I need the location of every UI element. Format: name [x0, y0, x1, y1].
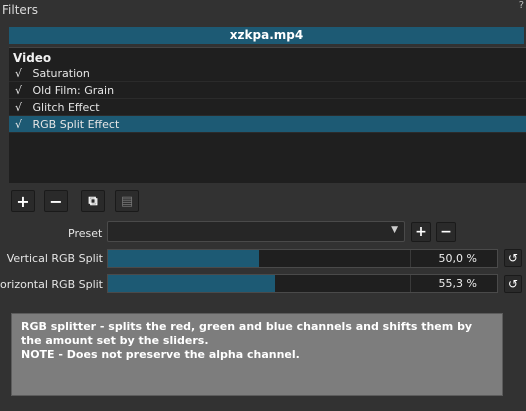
checkmark-icon[interactable]: √ — [15, 82, 29, 99]
filter-item-label: Saturation — [32, 67, 90, 80]
filter-item-label: Glitch Effect — [32, 101, 100, 114]
slider-divider — [410, 275, 411, 292]
copy-icon: ⧉ — [88, 193, 98, 209]
paste-icon: ▤ — [120, 193, 134, 209]
delete-preset-button[interactable]: − — [436, 222, 456, 242]
minus-icon: − — [49, 191, 63, 211]
file-name-banner: xzkpa.mp4 — [9, 27, 524, 44]
undo-icon: ↺ — [507, 251, 519, 265]
description-line-2: NOTE - Does not preserve the alpha chann… — [21, 348, 300, 361]
save-preset-button[interactable]: + — [411, 222, 431, 242]
slider-divider — [410, 250, 411, 267]
filter-item-old-film-grain[interactable]: √ Old Film: Grain — [9, 82, 526, 99]
horizontal-rgb-split-label: Horizontal RGB Split — [0, 278, 103, 291]
filter-item-label: Old Film: Grain — [32, 84, 115, 97]
paste-filters-button[interactable]: ▤ — [115, 190, 139, 212]
reset-horizontal-button[interactable]: ↺ — [504, 275, 522, 293]
preset-select[interactable]: ▼ — [107, 221, 405, 242]
filter-description: RGB splitter - splits the red, green and… — [11, 313, 503, 396]
description-line-1: RGB splitter - splits the red, green and… — [21, 320, 473, 347]
reset-vertical-button[interactable]: ↺ — [504, 249, 522, 267]
filter-item-glitch-effect[interactable]: √ Glitch Effect — [9, 99, 526, 116]
preset-label: Preset — [68, 227, 103, 240]
chevron-down-icon: ▼ — [391, 225, 398, 235]
copy-filters-button[interactable]: ⧉ — [81, 190, 105, 212]
remove-filter-button[interactable]: − — [44, 190, 68, 212]
filters-panel-title: Filters — [2, 3, 38, 17]
filter-item-label: RGB Split Effect — [32, 118, 120, 131]
slider-fill — [108, 275, 275, 292]
plus-icon: + — [16, 191, 30, 211]
add-filter-button[interactable]: + — [11, 190, 35, 212]
vertical-rgb-split-slider[interactable]: 50,0 % — [107, 249, 498, 268]
slider-value: 50,0 % — [438, 252, 477, 265]
slider-fill — [108, 250, 259, 267]
slider-value: 55,3 % — [438, 277, 477, 290]
filter-list-header: Video — [13, 51, 52, 65]
checkmark-icon[interactable]: √ — [15, 116, 29, 133]
checkmark-icon[interactable]: √ — [15, 65, 29, 82]
filter-list: Video √ Saturation √ Old Film: Grain √ G… — [9, 47, 526, 183]
filter-item-saturation[interactable]: √ Saturation — [9, 65, 526, 82]
filter-item-rgb-split-effect[interactable]: √ RGB Split Effect — [9, 116, 526, 133]
horizontal-rgb-split-slider[interactable]: 55,3 % — [107, 274, 498, 293]
vertical-rgb-split-label: Vertical RGB Split — [6, 252, 103, 265]
undo-icon: ↺ — [507, 277, 519, 291]
plus-icon: + — [415, 224, 427, 240]
help-icon[interactable]: ? — [519, 0, 524, 11]
minus-icon: − — [440, 224, 452, 240]
checkmark-icon[interactable]: √ — [15, 99, 29, 116]
